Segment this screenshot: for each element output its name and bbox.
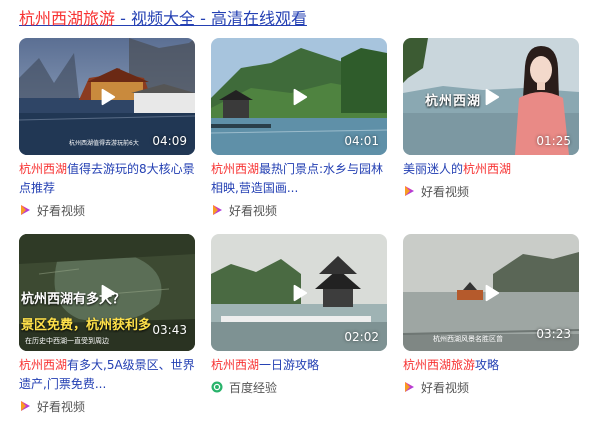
video-thumbnail[interactable]: 04:01 [211,38,387,155]
haokan-icon [405,186,414,196]
video-thumbnail[interactable]: 02:02 [211,234,387,351]
video-source[interactable]: 好看视频 [211,201,387,219]
video-title[interactable]: 杭州西湖有多大,5A级景区、世界遗产,门票免费... [19,356,195,394]
video-thumbnail[interactable]: 杭州西湖值得去游玩前6大 04:09 [19,38,195,155]
video-card[interactable]: 04:01 杭州西湖最热门景点:水乡与园林相映,营造国画... 好看视频 [211,38,387,219]
video-thumbnail[interactable]: 杭州西湖风景名胜区曾 03:23 [403,234,579,351]
haokan-icon [21,401,30,411]
play-icon [101,284,116,302]
video-thumbnail[interactable]: 杭州西湖 01:25 [403,38,579,155]
result-title[interactable]: 杭州西湖旅游 - 视频大全 - 高清在线观看 [19,9,307,28]
video-duration: 03:23 [536,327,571,341]
video-title[interactable]: 杭州西湖值得去游玩的8大核心景点推荐 [19,160,195,198]
baidu-jingyan-icon [211,381,223,393]
play-icon [293,88,308,106]
thumbnail-caption: 杭州西湖值得去游玩前6大 [69,140,139,147]
video-card[interactable]: 杭州西湖风景名胜区曾 03:23 杭州西湖旅游攻略 好看视频 [403,234,579,396]
video-card[interactable]: 杭州西湖有多大？ 景区免费，杭州获利多 在历史中西湖一直受到周边 03:43 杭… [19,234,195,415]
thumbnail-caption: 杭州西湖风景名胜区曾 [433,335,503,343]
video-source[interactable]: 百度经验 [211,378,387,396]
play-icon [485,284,500,302]
play-icon [293,284,308,302]
video-thumbnail[interactable]: 杭州西湖有多大？ 景区免费，杭州获利多 在历史中西湖一直受到周边 03:43 [19,234,195,351]
video-card[interactable]: 02:02 杭州西湖一日游攻略 百度经验 [211,234,387,396]
play-icon [485,88,500,106]
video-source[interactable]: 好看视频 [403,182,579,200]
play-icon [101,88,116,106]
video-source[interactable]: 好看视频 [19,201,195,219]
thumbnail-overlay-title: 杭州西湖 [425,94,482,109]
video-duration: 04:01 [344,134,379,148]
result-title-link[interactable]: 杭州西湖旅游 - 视频大全 - 高清在线观看 [19,8,307,32]
haokan-icon [213,205,222,215]
haokan-icon [21,205,30,215]
video-card[interactable]: 杭州西湖值得去游玩前6大 04:09 杭州西湖值得去游玩的8大核心景点推荐 好看… [19,38,195,219]
video-source[interactable]: 好看视频 [19,397,195,415]
video-source[interactable]: 好看视频 [403,378,579,396]
thumbnail-caption: 在历史中西湖一直受到周边 [25,337,109,345]
video-card[interactable]: 杭州西湖 01:25 美丽迷人的杭州西湖 好看视频 [403,38,579,200]
video-title[interactable]: 杭州西湖最热门景点:水乡与园林相映,营造国画... [211,160,387,198]
haokan-icon [405,382,414,392]
video-duration: 03:43 [152,323,187,337]
video-duration: 01:25 [536,134,571,148]
video-duration: 04:09 [152,134,187,148]
video-duration: 02:02 [344,330,379,344]
